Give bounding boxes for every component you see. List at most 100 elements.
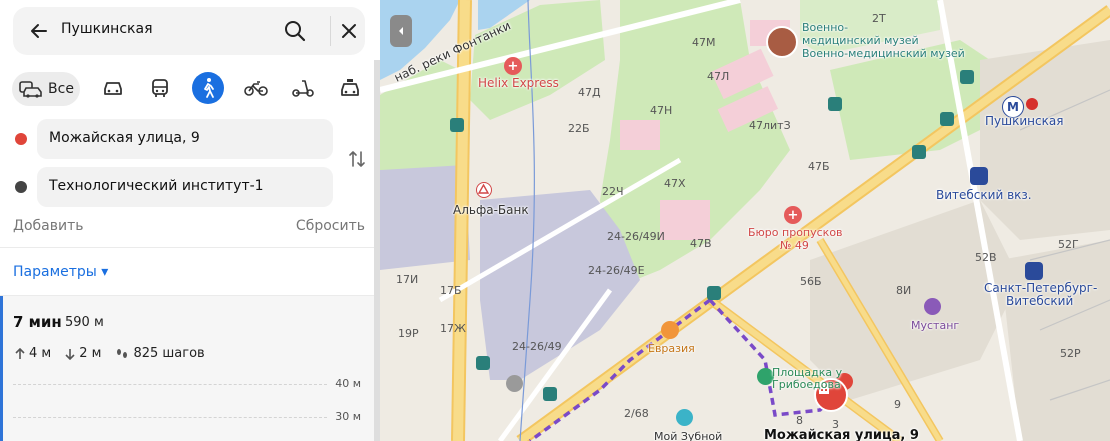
- building-number: 47В: [690, 237, 712, 250]
- search-button[interactable]: [281, 17, 309, 45]
- mode-bus-button[interactable]: [144, 72, 176, 104]
- steps-value: 825 шагов: [133, 346, 205, 361]
- building-number: 47литЗ: [749, 119, 791, 132]
- poi-label-museum[interactable]: Военно-медицинский музей: [802, 47, 965, 60]
- education-icon[interactable]: [506, 375, 523, 392]
- poi-label-museum-line2[interactable]: медицинский музей: [802, 34, 919, 47]
- building-number: 22Ч: [602, 185, 624, 198]
- bus-stop-icon[interactable]: [912, 145, 926, 159]
- from-field[interactable]: Можайская улица, 9: [37, 119, 333, 159]
- search-input[interactable]: Пушкинская: [61, 21, 153, 37]
- pedestrian-icon: [204, 78, 214, 98]
- taxi-icon: [341, 79, 359, 96]
- poi-label-byuro-2[interactable]: № 49: [780, 239, 809, 252]
- poi-label-evrazia[interactable]: Евразия: [648, 342, 695, 355]
- building-number: 17И: [396, 273, 419, 286]
- mode-all-button[interactable]: Все: [12, 72, 80, 106]
- elevation-label: 30 м: [335, 410, 361, 423]
- poi-label-byuro[interactable]: Бюро пропусков: [748, 226, 843, 239]
- building-number: 47Д: [578, 86, 601, 99]
- search-bar: Пушкинская: [13, 7, 365, 55]
- route-time: 7 мин: [13, 313, 62, 331]
- building-number: 17Ж: [440, 322, 466, 335]
- panel-scrollbar[interactable]: [374, 60, 380, 441]
- building-number: 47Л: [707, 70, 730, 83]
- parameters-button[interactable]: Параметры ▾: [13, 264, 108, 280]
- poi-label-alfabank[interactable]: Альфа-Банк: [453, 203, 529, 217]
- bus-stop-icon[interactable]: [707, 286, 721, 300]
- map[interactable]: + М +: [380, 0, 1110, 441]
- railway-station-icon[interactable]: [1025, 262, 1043, 280]
- arrow-left-icon: [31, 24, 47, 38]
- bus-icon: [152, 79, 168, 97]
- museum-photo-icon[interactable]: [766, 26, 798, 58]
- add-point-button[interactable]: Добавить: [13, 218, 83, 234]
- bank-icon[interactable]: [476, 182, 492, 198]
- building-number: 52Г: [1058, 238, 1079, 251]
- elevation-chart: 40 м 30 м: [13, 374, 363, 441]
- back-button[interactable]: [27, 19, 51, 43]
- elevation-gridline: [13, 384, 327, 385]
- building-number: 2/68: [624, 407, 649, 420]
- building-number: 47Х: [664, 177, 686, 190]
- collapse-panel-button[interactable]: [390, 15, 412, 47]
- arrow-down-icon: [65, 348, 75, 360]
- divider: [0, 247, 374, 248]
- poi-label-spb-vitebsky-2[interactable]: Витебский: [1006, 294, 1073, 308]
- building-number: 24-26/49Е: [588, 264, 645, 277]
- mode-pedestrian-button[interactable]: [192, 72, 224, 104]
- route-result-card[interactable]: 7 мин 590 м 4 м 2 м 825 шагов 40 м 30 м: [0, 296, 374, 441]
- building-number: 56Б: [800, 275, 822, 288]
- car-icon: [104, 82, 122, 95]
- poi-label-museum-line1[interactable]: Военно-: [802, 21, 848, 34]
- poi-label-metro[interactable]: Пушкинская: [985, 114, 1063, 128]
- building-number: 2Т: [872, 12, 886, 25]
- shop-icon[interactable]: [924, 298, 941, 315]
- mode-car-button[interactable]: [97, 72, 129, 104]
- chevron-left-icon: [399, 27, 403, 35]
- search-icon: [285, 21, 306, 42]
- elevation-label: 40 м: [335, 377, 361, 390]
- clear-button[interactable]: [337, 19, 361, 43]
- bus-stop-icon[interactable]: [940, 112, 954, 126]
- dentist-icon[interactable]: [676, 409, 693, 426]
- building-number: 52Р: [1060, 347, 1081, 360]
- to-field[interactable]: Технологический институт-1: [37, 167, 333, 207]
- building-number: 52В: [975, 251, 997, 264]
- swap-button[interactable]: [346, 148, 368, 170]
- route-distance: 590 м: [65, 315, 104, 330]
- poi-label-zubnoy[interactable]: Мой Зубной: [654, 430, 722, 441]
- from-dot-icon: [15, 133, 27, 145]
- bus-stop-icon[interactable]: [543, 387, 557, 401]
- bus-stop-icon[interactable]: [476, 356, 490, 370]
- building-number: 47М: [692, 36, 716, 49]
- poi-label-spb-vitebsky-1[interactable]: Санкт-Петербург-: [984, 281, 1097, 295]
- building-number: 8: [796, 414, 803, 427]
- arrow-up-icon: [15, 347, 25, 359]
- building-number: 24-26/49И: [607, 230, 665, 243]
- poi-label-ploshchadka-2[interactable]: Грибоедова: [772, 378, 841, 391]
- restaurant-icon[interactable]: [661, 321, 679, 339]
- building-number: 24-26/49: [512, 340, 562, 353]
- mode-scooter-button[interactable]: [287, 72, 319, 104]
- railway-station-icon[interactable]: [970, 167, 988, 185]
- transport-modes: Все: [12, 72, 368, 106]
- building-number: 8И: [896, 284, 912, 297]
- mode-bicycle-button[interactable]: [240, 72, 272, 104]
- bus-stop-icon[interactable]: [960, 70, 974, 84]
- all-transport-icon: [19, 81, 42, 98]
- hospital-icon[interactable]: +: [784, 206, 802, 224]
- building-number: 3: [832, 418, 839, 431]
- bus-stop-icon[interactable]: [828, 97, 842, 111]
- hospital-icon[interactable]: +: [504, 57, 522, 75]
- metro-line-badge: [1026, 98, 1038, 110]
- poi-label-mustang[interactable]: Мустанг: [911, 319, 959, 332]
- poi-label-vitebsky[interactable]: Витебский вкз.: [936, 188, 1032, 202]
- reset-button[interactable]: Сбросить: [296, 218, 365, 234]
- bus-stop-icon[interactable]: [450, 118, 464, 132]
- mode-taxi-button[interactable]: [334, 72, 366, 104]
- destination-label[interactable]: Можайская улица, 9: [764, 428, 919, 441]
- map-canvas[interactable]: [380, 0, 1110, 441]
- descent-value: 2 м: [79, 346, 102, 361]
- poi-label-helix[interactable]: Helix Express: [478, 76, 559, 90]
